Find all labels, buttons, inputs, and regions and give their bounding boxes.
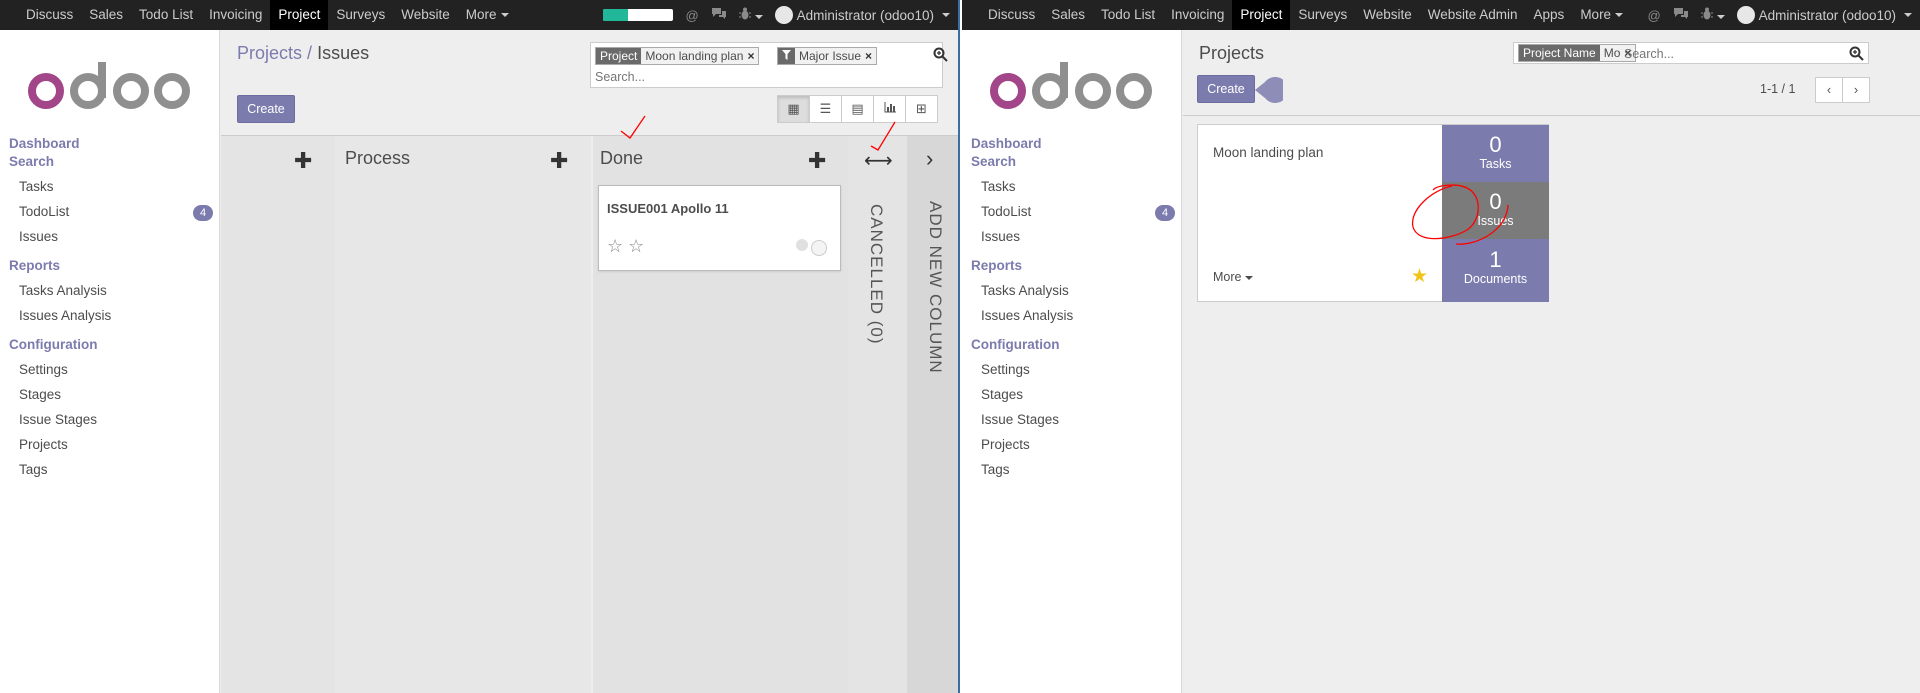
left-pane: Discuss Sales Todo List Invoicing Projec… (0, 0, 960, 693)
circle-annotation (1411, 184, 1479, 240)
checkmark-annotation (620, 115, 646, 139)
right-pane: Discuss Sales Todo List Invoicing Projec… (962, 0, 1920, 693)
circle-annotation-tail (1455, 204, 1509, 245)
annotation-marks (1411, 184, 1509, 245)
checkmark-annotation (870, 121, 896, 151)
annotation-marks (620, 115, 896, 151)
